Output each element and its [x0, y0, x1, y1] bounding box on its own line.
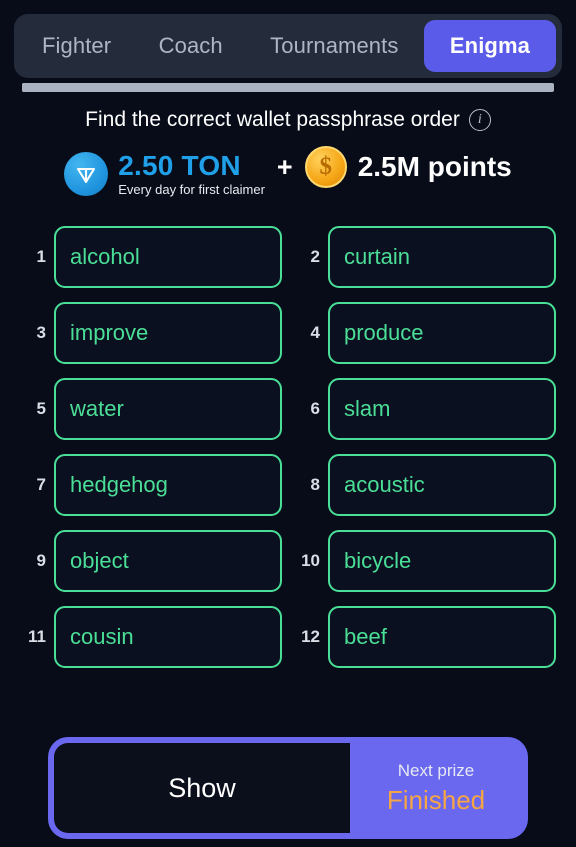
word-number: 8 — [310, 475, 320, 494]
word-label: slam — [344, 396, 391, 421]
passphrase-cell-7: 7 hedgehog — [20, 454, 282, 516]
word-label: beef — [344, 624, 387, 649]
passphrase-cell-5: 5 water — [20, 378, 282, 440]
word-number: 1 — [36, 247, 46, 266]
tab-tournaments[interactable]: Tournaments — [248, 20, 420, 72]
passphrase-cell-11: 11 cousin — [20, 606, 282, 668]
passphrase-cell-6: 6 slam — [294, 378, 556, 440]
show-button-label: Show — [168, 772, 236, 803]
ton-prize: 2.50 TON Every day for first claimer — [64, 150, 265, 197]
word-number: 6 — [310, 399, 320, 418]
word-number: 10 — [301, 551, 320, 570]
word-box-6[interactable]: slam — [328, 378, 556, 440]
page-title: Find the correct wallet passphrase order — [85, 108, 460, 131]
word-number: 5 — [36, 399, 46, 418]
word-number: 2 — [310, 247, 320, 266]
passphrase-cell-8: 8 acoustic — [294, 454, 556, 516]
ton-amount-column: 2.50 TON Every day for first claimer — [118, 150, 265, 197]
word-label: curtain — [344, 244, 411, 269]
show-button[interactable]: Show — [54, 743, 350, 833]
passphrase-cell-9: 9 object — [20, 530, 282, 592]
scrollbar-thumb[interactable] — [22, 83, 544, 92]
word-label: acoustic — [344, 472, 425, 497]
passphrase-cell-4: 4 produce — [294, 302, 556, 364]
ton-subtitle: Every day for first claimer — [118, 181, 265, 197]
passphrase-cell-2: 2 curtain — [294, 226, 556, 288]
tab-fighter[interactable]: Fighter — [20, 20, 133, 72]
page-title-row: Find the correct wallet passphrase order… — [0, 108, 576, 132]
word-box-9[interactable]: object — [54, 530, 282, 592]
word-label: improve — [70, 320, 149, 345]
bottom-action-bar: Show Next prize Finished — [48, 737, 528, 839]
word-number: 11 — [28, 627, 46, 646]
word-box-11[interactable]: cousin — [54, 606, 282, 668]
word-box-8[interactable]: acoustic — [328, 454, 556, 516]
info-circle-icon[interactable]: i — [468, 109, 491, 131]
prize-row: 2.50 TON Every day for first claimer + $… — [0, 146, 576, 202]
passphrase-grid: 1 alcohol 2 curtain 3 improve 4 produce … — [20, 226, 556, 668]
horizontal-scrollbar[interactable] — [22, 83, 554, 92]
word-box-12[interactable]: beef — [328, 606, 556, 668]
points-prize: $ 2.5M points — [304, 146, 512, 188]
word-box-2[interactable]: curtain — [328, 226, 556, 288]
points-amount: 2.5M points — [357, 151, 512, 182]
word-box-7[interactable]: hedgehog — [54, 454, 282, 516]
tab-coach[interactable]: Coach — [137, 20, 245, 72]
word-number: 3 — [36, 323, 46, 342]
word-box-10[interactable]: bicycle — [328, 530, 556, 592]
passphrase-cell-1: 1 alcohol — [20, 226, 282, 288]
next-prize-label: Next prize — [397, 760, 475, 780]
word-label: cousin — [70, 624, 134, 649]
word-number: 7 — [36, 475, 46, 494]
next-prize-value: Finished — [386, 784, 486, 815]
tab-bar: Fighter Coach Tournaments Enigma — [14, 14, 562, 78]
word-number: 12 — [301, 627, 320, 646]
word-label: object — [70, 548, 129, 573]
tab-bar-region: Fighter Coach Tournaments Enigma — [0, 0, 576, 92]
word-label: alcohol — [70, 244, 140, 269]
plus-separator: + — [276, 151, 293, 182]
word-label: water — [70, 396, 124, 421]
word-label: hedgehog — [70, 472, 168, 497]
passphrase-cell-10: 10 bicycle — [294, 530, 556, 592]
word-label: produce — [344, 320, 424, 345]
passphrase-cell-3: 3 improve — [20, 302, 282, 364]
ton-amount: 2.50 TON — [118, 150, 241, 182]
word-box-4[interactable]: produce — [328, 302, 556, 364]
dollar-coin-icon: $ — [304, 146, 347, 188]
ton-coin-icon — [64, 151, 109, 196]
word-number: 9 — [36, 551, 46, 570]
passphrase-cell-12: 12 beef — [294, 606, 556, 668]
word-number: 4 — [310, 323, 320, 342]
word-label: bicycle — [344, 548, 412, 573]
word-box-3[interactable]: improve — [54, 302, 282, 364]
word-box-5[interactable]: water — [54, 378, 282, 440]
next-prize-panel[interactable]: Next prize Finished — [350, 743, 522, 833]
word-box-1[interactable]: alcohol — [54, 226, 282, 288]
tab-enigma[interactable]: Enigma — [423, 20, 556, 72]
